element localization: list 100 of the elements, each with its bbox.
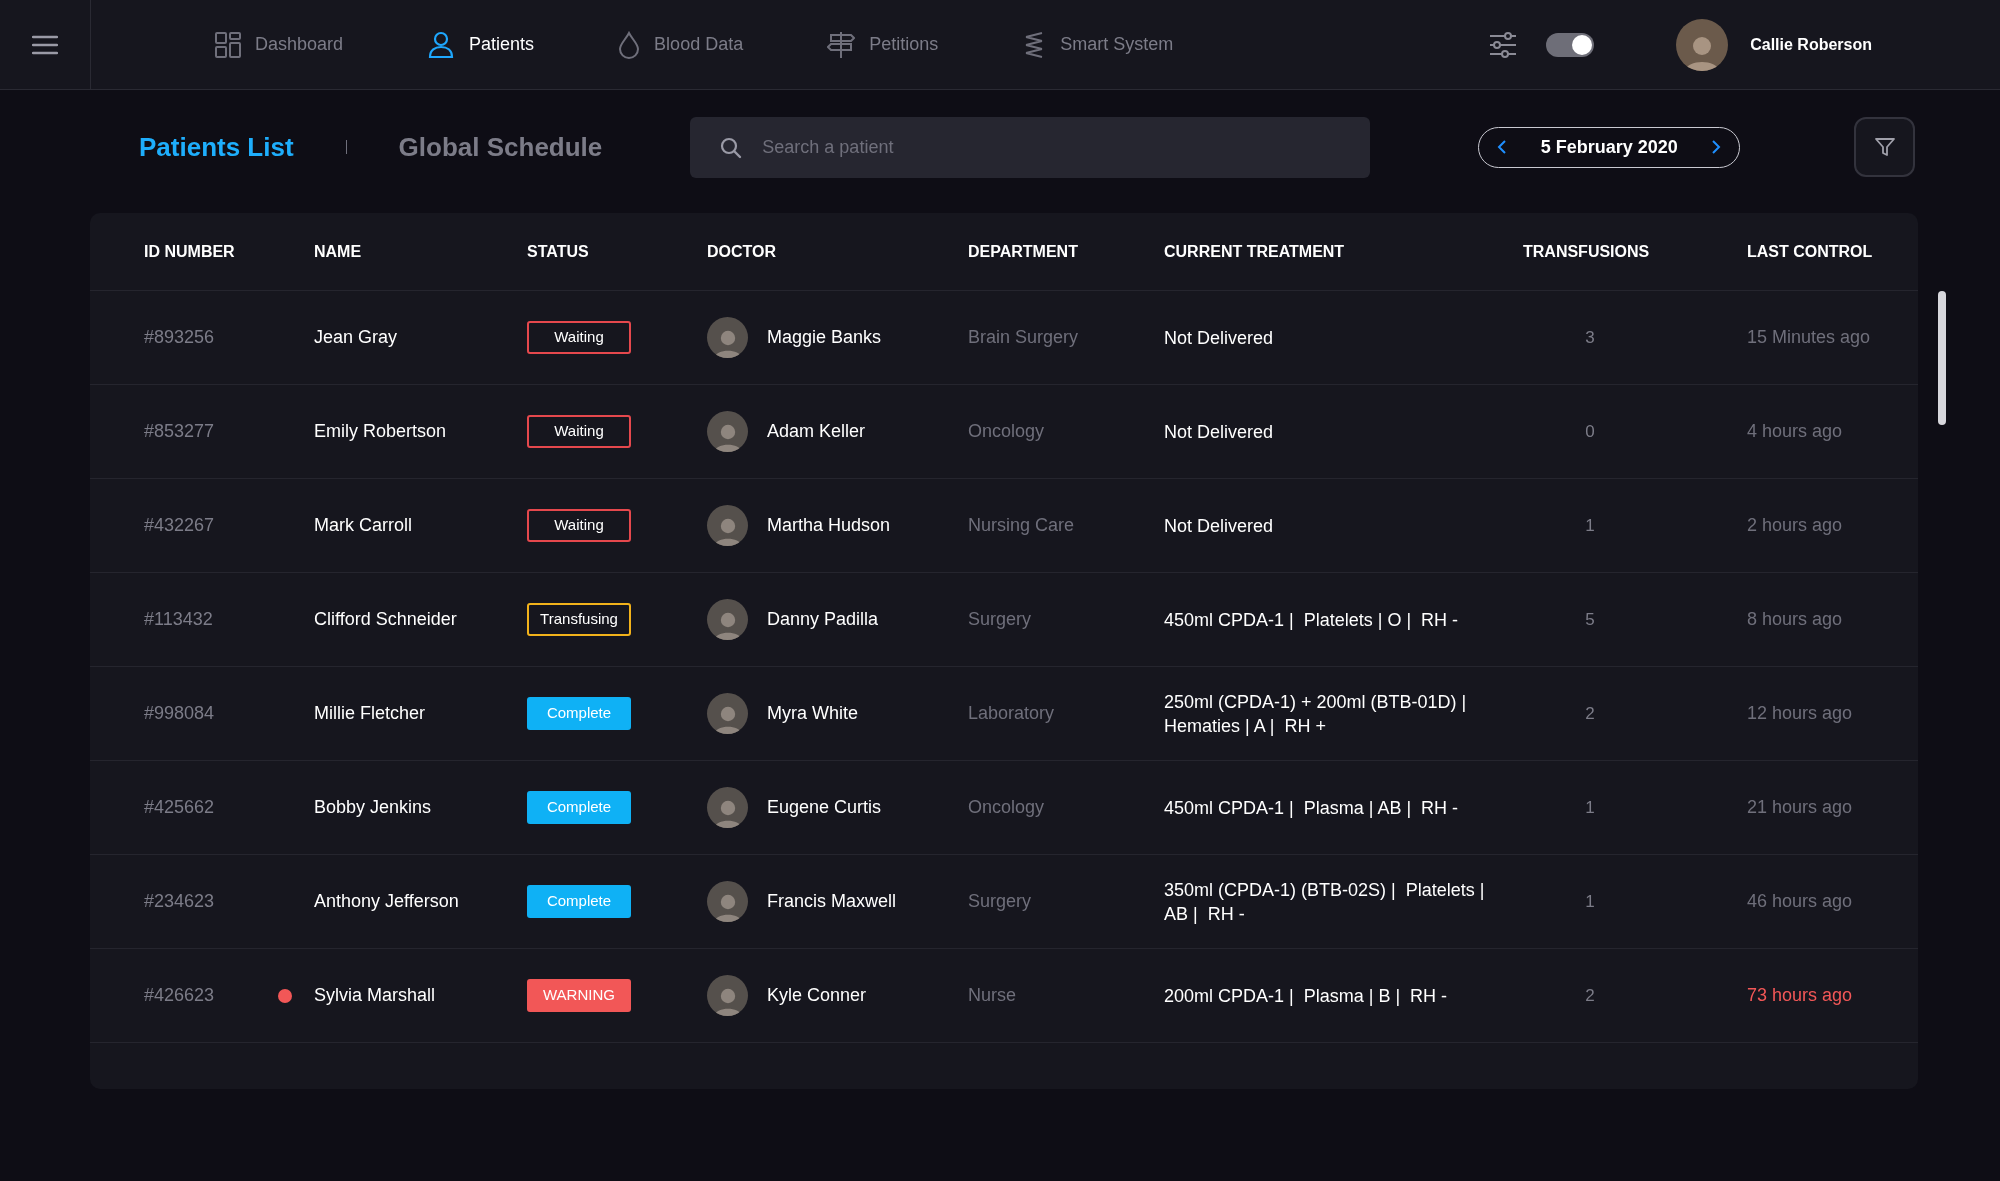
sliders-icon: [1488, 30, 1519, 59]
filter-icon: [1873, 136, 1896, 158]
last-control: 46 hours ago: [1747, 888, 1853, 915]
view-tab[interactable]: Global Schedule: [398, 127, 603, 167]
department: Oncology: [968, 420, 1045, 443]
department: Surgery: [968, 890, 1032, 913]
treatment: Not Delivered: [1164, 514, 1275, 538]
person-icon: [427, 30, 456, 59]
treatment: 200ml CPDA-1 | Plasma | B | RH -: [1164, 984, 1449, 1008]
nav-tab[interactable]: Smart System: [1022, 30, 1174, 59]
column-header: STATUS: [527, 242, 589, 260]
status-badge: Waiting: [527, 509, 631, 542]
last-control: 8 hours ago: [1747, 606, 1843, 633]
last-control: 2 hours ago: [1747, 512, 1843, 539]
patient-id: #234623: [144, 890, 215, 913]
doctor-avatar: [707, 411, 748, 452]
patient-id: #853277: [144, 420, 215, 443]
doctor-name: Martha Hudson: [767, 514, 891, 537]
column-header: ID NUMBER: [144, 242, 235, 260]
patient-id: #426623: [144, 984, 215, 1007]
status-badge: Waiting: [527, 321, 631, 354]
doctor-avatar: [707, 787, 748, 828]
doctor-name: Adam Keller: [767, 420, 866, 443]
menu-icon: [32, 34, 58, 55]
search-field[interactable]: Search a patient: [690, 116, 1371, 178]
last-control: 15 Minutes ago: [1747, 324, 1871, 351]
date-label: 5 February 2020: [1540, 135, 1678, 159]
status-badge: Complete: [527, 791, 631, 824]
patient-id: #998084: [144, 702, 215, 725]
previous-date-button[interactable]: [1497, 139, 1508, 155]
treatment: 350ml (CPDA-1) (BTB-02S) | Platelets | AB | RH -: [1164, 878, 1486, 926]
patient-name: Clifford Schneider: [314, 608, 457, 631]
column-header: CURRENT TREATMENT: [1164, 242, 1345, 260]
patient-id: #432267: [144, 514, 215, 537]
doctor-name: Kyle Conner: [767, 984, 867, 1007]
chevron-right-icon: [1711, 139, 1722, 155]
department: Oncology: [968, 796, 1045, 819]
doctor-avatar: [707, 693, 748, 734]
patient-name: Sylvia Marshall: [314, 984, 436, 1007]
patient-name: Bobby Jenkins: [314, 796, 432, 819]
status-badge: Waiting: [527, 415, 631, 448]
patient-name: Mark Carroll: [314, 514, 412, 537]
patient-id: #113432: [144, 608, 213, 631]
doctor-name: Maggie Banks: [767, 326, 882, 349]
treatment: 450ml CPDA-1 | Plasma | AB | RH -: [1164, 796, 1460, 820]
status-badge: WARNING: [527, 979, 631, 1012]
filter-button[interactable]: [1854, 117, 1916, 177]
next-date-button[interactable]: [1711, 139, 1722, 155]
column-header: TRANSFUSIONS: [1523, 242, 1650, 260]
scrollbar[interactable]: [1938, 291, 1946, 425]
column-header: DOCTOR: [707, 242, 777, 260]
transfusion-count: 1: [1585, 796, 1595, 819]
doctor-avatar: [707, 881, 748, 922]
transfusion-count: 1: [1585, 890, 1595, 913]
patient-name: Emily Robertson: [314, 420, 447, 443]
nav-tab[interactable]: Petitions: [827, 30, 939, 59]
department: Nurse: [968, 984, 1016, 1007]
transfusion-count: 2: [1585, 984, 1595, 1007]
nav-tab[interactable]: Patients: [427, 30, 535, 59]
view-tab[interactable]: Patients List: [139, 127, 294, 167]
column-header: DEPARTMENT: [968, 242, 1078, 260]
doctor-name: Eugene Curtis: [767, 796, 882, 819]
theme-toggle[interactable]: [1546, 32, 1595, 57]
doctor-name: Francis Maxwell: [767, 890, 897, 913]
department: Nursing Care: [968, 514, 1075, 537]
column-header: NAME: [314, 242, 362, 260]
transfusion-count: 0: [1585, 420, 1595, 443]
department: Laboratory: [968, 702, 1055, 725]
patient-name: Jean Gray: [314, 326, 398, 349]
drop-icon: [618, 30, 641, 59]
doctor-avatar: [707, 317, 748, 358]
doctor-avatar: [707, 505, 748, 546]
status-badge: Complete: [527, 885, 631, 918]
last-control: 4 hours ago: [1747, 418, 1843, 445]
last-control: 12 hours ago: [1747, 700, 1853, 727]
transfusion-count: 2: [1585, 702, 1595, 725]
doctor-avatar: [707, 975, 748, 1016]
department: Surgery: [968, 608, 1032, 631]
nav-tab[interactable]: Blood Data: [618, 30, 744, 59]
nav-tab[interactable]: Dashboard: [215, 31, 344, 58]
department: Brain Surgery: [968, 326, 1079, 349]
patient-name: Millie Fletcher: [314, 702, 426, 725]
settings-sliders-button[interactable]: [1488, 30, 1519, 59]
patient-id: #425662: [144, 796, 215, 819]
transfusion-count: 5: [1585, 608, 1595, 631]
doctor-avatar: [707, 599, 748, 640]
chevron-left-icon: [1497, 139, 1508, 155]
search-icon: [720, 136, 743, 159]
grid-icon: [215, 31, 241, 58]
doctor-name: Danny Padilla: [767, 608, 879, 631]
patient-id: #893256: [144, 326, 215, 349]
column-header: LAST CONTROL: [1747, 242, 1873, 260]
last-control: 21 hours ago: [1747, 794, 1853, 821]
treatment: 450ml CPDA-1 | Platelets | O | RH -: [1164, 608, 1460, 632]
user-name[interactable]: Callie Roberson: [1750, 32, 1872, 57]
treatment: Not Delivered: [1164, 420, 1275, 444]
status-badge: Transfusing: [527, 603, 631, 636]
signpost-icon: [827, 30, 856, 59]
last-control: 73 hours ago: [1747, 982, 1853, 1009]
treatment: Not Delivered: [1164, 326, 1275, 350]
